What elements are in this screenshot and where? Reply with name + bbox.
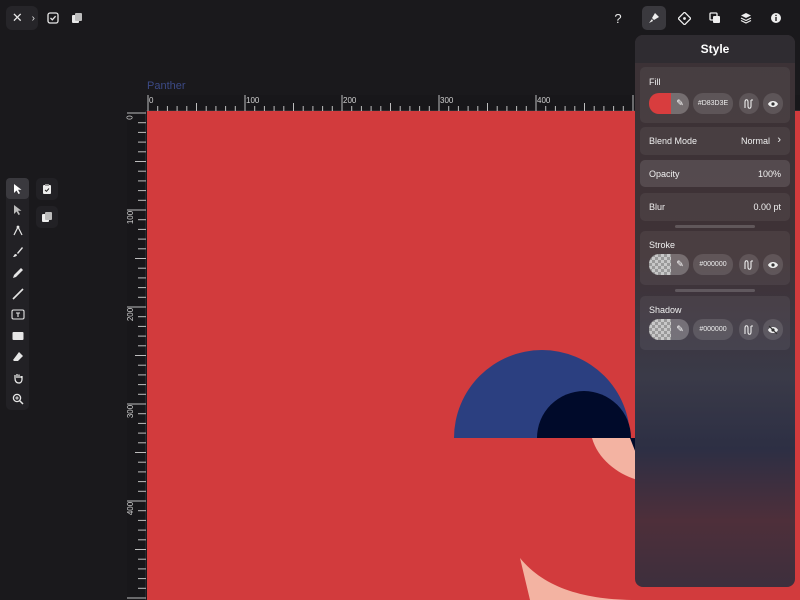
tool-palette bbox=[6, 178, 29, 410]
ruler-label: 200 bbox=[126, 307, 136, 322]
top-toolbar: ✕ › ? bbox=[0, 0, 800, 34]
chevron-right-icon: › bbox=[777, 134, 781, 146]
shadow-gradient-icon[interactable] bbox=[739, 319, 759, 340]
panel-title: Style bbox=[635, 35, 795, 63]
duplicate-icon[interactable] bbox=[65, 6, 89, 30]
line-tool-icon[interactable] bbox=[6, 283, 29, 304]
text-tool-icon[interactable] bbox=[6, 304, 29, 325]
pencil-icon[interactable] bbox=[6, 262, 29, 283]
ruler-label: 400 bbox=[537, 96, 551, 105]
shadow-hex-field[interactable]: #000000 bbox=[693, 319, 733, 340]
clipboard-icon[interactable] bbox=[36, 178, 58, 200]
arrange-icon[interactable] bbox=[703, 6, 727, 30]
ruler-label: 100 bbox=[126, 210, 136, 225]
blend-mode-label: Blend Mode bbox=[649, 136, 698, 146]
stroke-label: Stroke bbox=[649, 240, 676, 250]
fill-gradient-icon[interactable] bbox=[739, 93, 759, 114]
selection-arrow-icon[interactable] bbox=[6, 178, 29, 199]
paste-icon[interactable] bbox=[36, 206, 58, 228]
opacity-row[interactable]: Opacity 100% bbox=[640, 160, 790, 187]
section-divider bbox=[675, 289, 755, 292]
rectangle-tool-icon[interactable] bbox=[6, 325, 29, 346]
close-icon[interactable]: ✕ bbox=[6, 6, 29, 30]
fill-swatch[interactable]: ✎ bbox=[649, 93, 689, 114]
blend-mode-value: Normal bbox=[740, 136, 770, 146]
zoom-icon[interactable] bbox=[6, 388, 29, 409]
select-all-icon[interactable] bbox=[41, 6, 65, 30]
stroke-color bbox=[649, 254, 671, 275]
brush-icon[interactable] bbox=[6, 241, 29, 262]
shadow-section: Shadow ✎ #000000 bbox=[640, 296, 790, 350]
fill-visibility-eye-icon[interactable] bbox=[763, 93, 783, 114]
fill-color bbox=[649, 93, 671, 114]
section-divider bbox=[675, 225, 755, 228]
direct-selection-icon[interactable] bbox=[6, 199, 29, 220]
stroke-visibility-eye-icon[interactable] bbox=[763, 254, 783, 275]
shadow-hidden-eye-icon[interactable] bbox=[763, 319, 783, 340]
stroke-hex-field[interactable]: #000000 bbox=[693, 254, 733, 275]
eyedropper-icon[interactable]: ✎ bbox=[671, 254, 689, 275]
close-group: ✕ › bbox=[6, 6, 38, 30]
ruler-label: 300 bbox=[126, 404, 136, 419]
shadow-color bbox=[649, 319, 671, 340]
help-button[interactable]: ? bbox=[606, 6, 630, 30]
fill-section: Fill ✎ #D83D3E bbox=[640, 67, 790, 123]
shadow-label: Shadow bbox=[649, 305, 682, 315]
eyedropper-icon[interactable]: ✎ bbox=[671, 93, 689, 114]
peach-lower-shape[interactable] bbox=[520, 558, 637, 600]
stroke-section: Stroke ✎ #000000 bbox=[640, 231, 790, 285]
chevron-right-icon[interactable]: › bbox=[29, 6, 38, 30]
eyedropper-icon[interactable]: ✎ bbox=[671, 319, 689, 340]
fill-hex-field[interactable]: #D83D3E bbox=[693, 93, 733, 114]
stroke-swatch[interactable]: ✎ bbox=[649, 254, 689, 275]
ruler-label: 100 bbox=[246, 96, 260, 105]
blur-value: 0.00 pt bbox=[753, 202, 781, 212]
blend-mode-row[interactable]: Blend Mode Normal › bbox=[640, 127, 790, 155]
info-icon[interactable] bbox=[764, 6, 788, 30]
vertical-ruler: 0 100 200 300 400 bbox=[125, 111, 146, 600]
symbols-icon[interactable] bbox=[673, 6, 697, 30]
stroke-gradient-icon[interactable] bbox=[739, 254, 759, 275]
shadow-swatch[interactable]: ✎ bbox=[649, 319, 689, 340]
layers-icon[interactable] bbox=[734, 6, 758, 30]
pen-tool-icon[interactable] bbox=[6, 220, 29, 241]
blur-row[interactable]: Blur 0.00 pt bbox=[640, 193, 790, 221]
style-tab-brush-icon[interactable] bbox=[642, 6, 666, 30]
style-panel: Style Fill ✎ #D83D3E Blend Mode Normal ›… bbox=[635, 35, 795, 587]
ruler-label: 200 bbox=[343, 96, 357, 105]
hand-tool-icon[interactable] bbox=[6, 367, 29, 388]
ruler-label: 0 bbox=[125, 115, 135, 120]
opacity-label: Opacity bbox=[649, 169, 680, 179]
ruler-label: 300 bbox=[440, 96, 454, 105]
blur-label: Blur bbox=[649, 202, 666, 212]
ruler-label: 0 bbox=[149, 96, 154, 105]
eraser-icon[interactable] bbox=[6, 346, 29, 367]
ruler-label: 400 bbox=[126, 501, 136, 516]
document-title: Panther bbox=[147, 80, 186, 92]
panel-tabs bbox=[640, 6, 790, 30]
fill-label: Fill bbox=[649, 77, 661, 87]
opacity-value: 100% bbox=[757, 169, 781, 179]
